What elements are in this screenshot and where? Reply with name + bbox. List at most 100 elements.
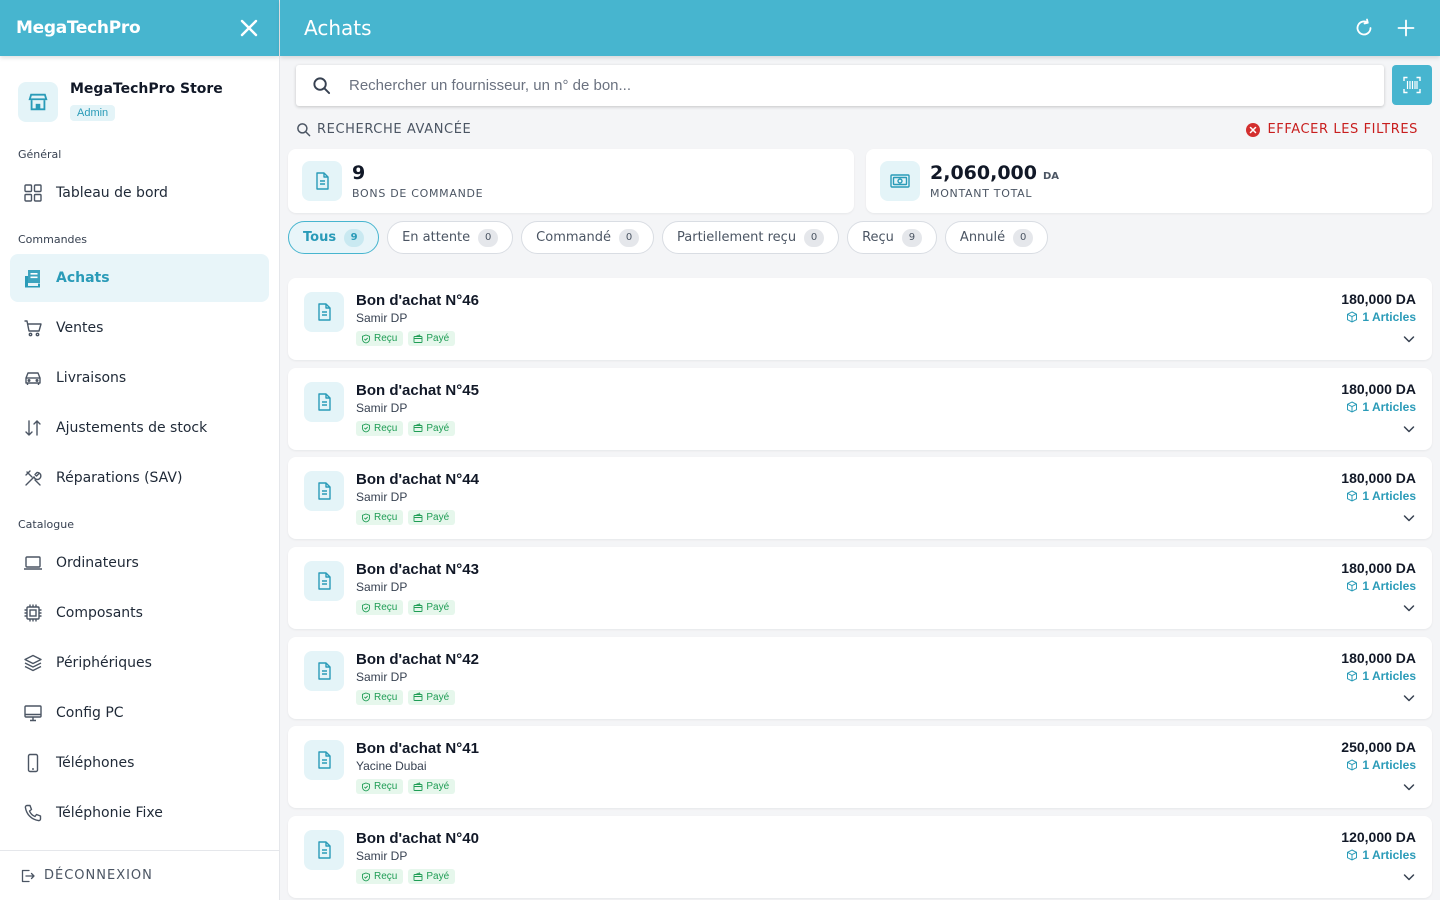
sidebar-item-config-pc[interactable]: Config PC xyxy=(10,689,269,737)
stat-card-orders: 9 BONS DE COMMANDE xyxy=(288,149,854,213)
order-title: Bon d'achat N°42 xyxy=(356,650,479,668)
chevron-down-icon[interactable] xyxy=(1402,511,1416,525)
tab-all[interactable]: Tous 9 xyxy=(288,221,380,254)
shield-check-icon xyxy=(362,872,370,882)
order-card[interactable]: Bon d'achat N°44 Samir DP Reçu Payé 180,… xyxy=(288,457,1432,540)
order-card[interactable]: Bon d'achat N°45 Samir DP Reçu Payé 180,… xyxy=(288,367,1432,450)
advanced-search-button[interactable]: RECHERCHE AVANCÉE xyxy=(296,122,471,137)
barcode-scan-button[interactable] xyxy=(1392,65,1432,105)
barcode-icon xyxy=(1402,75,1422,95)
plus-icon[interactable] xyxy=(1396,18,1416,38)
status-badge: Reçu xyxy=(356,420,404,436)
tab-label: En attente xyxy=(402,230,471,245)
sidebar-item-label: Téléphonie Fixe xyxy=(56,805,163,821)
laptop-icon xyxy=(22,552,44,574)
order-card[interactable]: Bon d'achat N°41 Yacine Dubai Reçu Payé … xyxy=(288,726,1432,809)
status-badge: Reçu xyxy=(356,331,404,346)
sidebar-item-phones[interactable]: Téléphones xyxy=(10,739,269,787)
order-supplier: Samir DP xyxy=(356,580,408,595)
sidebar-item-landline[interactable]: Téléphonie Fixe xyxy=(10,789,269,837)
sidebar-item-repairs[interactable]: Réparations (SAV) xyxy=(10,454,269,502)
tab-cancelled[interactable]: Annulé 0 xyxy=(944,221,1049,254)
brand-name: MegaTechPro xyxy=(16,18,141,38)
sidebar-item-deliveries[interactable]: Livraisons xyxy=(10,354,269,402)
order-badges: Reçu Payé xyxy=(356,331,456,346)
sidebar-item-purchases[interactable]: Achats xyxy=(10,254,269,302)
sidebar-item-label: Ordinateurs xyxy=(56,555,139,571)
sidebar-item-label: Livraisons xyxy=(56,370,127,386)
clear-icon xyxy=(1246,122,1261,137)
orders-count: 9 xyxy=(352,162,366,184)
order-supplier: Samir DP xyxy=(356,400,408,415)
chevron-down-icon[interactable] xyxy=(1402,870,1416,884)
box-icon xyxy=(1347,759,1358,771)
clear-filters-label: EFFACER LES FILTRES xyxy=(1267,122,1418,137)
order-items: 1 Articles xyxy=(1346,400,1416,414)
sidebar-item-sales[interactable]: Ventes xyxy=(10,304,269,352)
chevron-down-icon[interactable] xyxy=(1402,422,1416,436)
tab-count: 0 xyxy=(804,228,825,247)
chevron-down-icon[interactable] xyxy=(1402,332,1416,346)
order-items: 1 Articles xyxy=(1346,669,1416,683)
order-card[interactable]: Bon d'achat N°40 Samir DP Reçu Payé 120,… xyxy=(288,816,1432,899)
order-supplier: Yacine Dubai xyxy=(356,759,427,774)
total-amount: 2,060,000 xyxy=(930,162,1037,184)
status-badge: Reçu xyxy=(356,779,404,795)
chevron-down-icon[interactable] xyxy=(1402,691,1416,705)
tab-count: 0 xyxy=(1013,228,1034,247)
document-icon xyxy=(304,471,344,512)
car-icon xyxy=(22,367,44,389)
payment-badge: Payé xyxy=(408,600,456,616)
sidebar-item-dashboard[interactable]: Tableau de bord xyxy=(10,169,269,217)
chip-icon xyxy=(22,602,44,624)
order-card[interactable]: Bon d'achat N°42 Samir DP Reçu Payé 180,… xyxy=(288,636,1432,719)
sidebar-item-label: Réparations (SAV) xyxy=(56,470,183,486)
refresh-icon[interactable] xyxy=(1354,18,1374,38)
total-amount-label: MONTANT TOTAL xyxy=(930,187,1033,200)
landline-icon xyxy=(22,802,44,824)
payment-badge: Payé xyxy=(408,689,456,705)
tab-partially-received[interactable]: Partiellement reçu 0 xyxy=(662,221,840,254)
logout-button[interactable]: DÉCONNEXION xyxy=(0,850,279,900)
order-card[interactable]: Bon d'achat N°43 Samir DP Reçu Payé 180,… xyxy=(288,547,1432,630)
tab-label: Reçu xyxy=(862,230,894,245)
document-icon xyxy=(302,161,342,201)
total-unit: DA xyxy=(1042,171,1060,182)
sidebar-item-stock-adjustments[interactable]: Ajustements de stock xyxy=(10,404,269,452)
sidebar-header: MegaTechPro xyxy=(0,0,279,56)
tab-ordered[interactable]: Commandé 0 xyxy=(521,221,654,254)
main-content: Achats RECHERCHE AVANCÉE EFFACER LES FIL… xyxy=(280,0,1440,900)
wallet-icon xyxy=(413,513,423,522)
order-badges: Reçu Payé xyxy=(356,420,456,436)
order-card[interactable]: Bon d'achat N°46 Samir DP Reçu Payé 180,… xyxy=(288,278,1432,360)
orders-count-label: BONS DE COMMANDE xyxy=(352,187,484,200)
payment-badge: Payé xyxy=(408,331,456,346)
order-amount: 180,000 DA xyxy=(1341,649,1416,666)
box-icon xyxy=(1347,849,1358,861)
chevron-down-icon[interactable] xyxy=(1402,601,1416,615)
search-input[interactable] xyxy=(349,77,1368,94)
clear-filters-button[interactable]: EFFACER LES FILTRES xyxy=(1246,122,1418,137)
sidebar-item-peripherals[interactable]: Périphériques xyxy=(10,639,269,687)
money-icon xyxy=(880,161,920,201)
order-items: 1 Articles xyxy=(1346,758,1416,772)
tab-pending[interactable]: En attente 0 xyxy=(387,221,514,254)
payment-badge: Payé xyxy=(408,510,456,526)
sidebar-item-label: Tableau de bord xyxy=(56,185,168,201)
section-general: Général xyxy=(18,148,62,161)
close-icon[interactable] xyxy=(235,14,263,42)
sidebar-item-components[interactable]: Composants xyxy=(10,589,269,637)
order-amount: 180,000 DA xyxy=(1341,470,1416,487)
tab-count: 9 xyxy=(901,228,922,247)
order-items: 1 Articles xyxy=(1346,310,1416,324)
tab-received[interactable]: Reçu 9 xyxy=(847,221,937,254)
sidebar-item-label: Téléphones xyxy=(56,755,135,771)
tab-label: Annulé xyxy=(959,230,1006,245)
sidebar-item-label: Ajustements de stock xyxy=(56,420,208,436)
sidebar-item-computers[interactable]: Ordinateurs xyxy=(10,539,269,587)
wallet-icon xyxy=(413,423,423,433)
store-icon xyxy=(18,82,58,122)
order-amount: 250,000 DA xyxy=(1341,739,1416,756)
page-title: Achats xyxy=(304,16,372,40)
chevron-down-icon[interactable] xyxy=(1402,780,1416,794)
